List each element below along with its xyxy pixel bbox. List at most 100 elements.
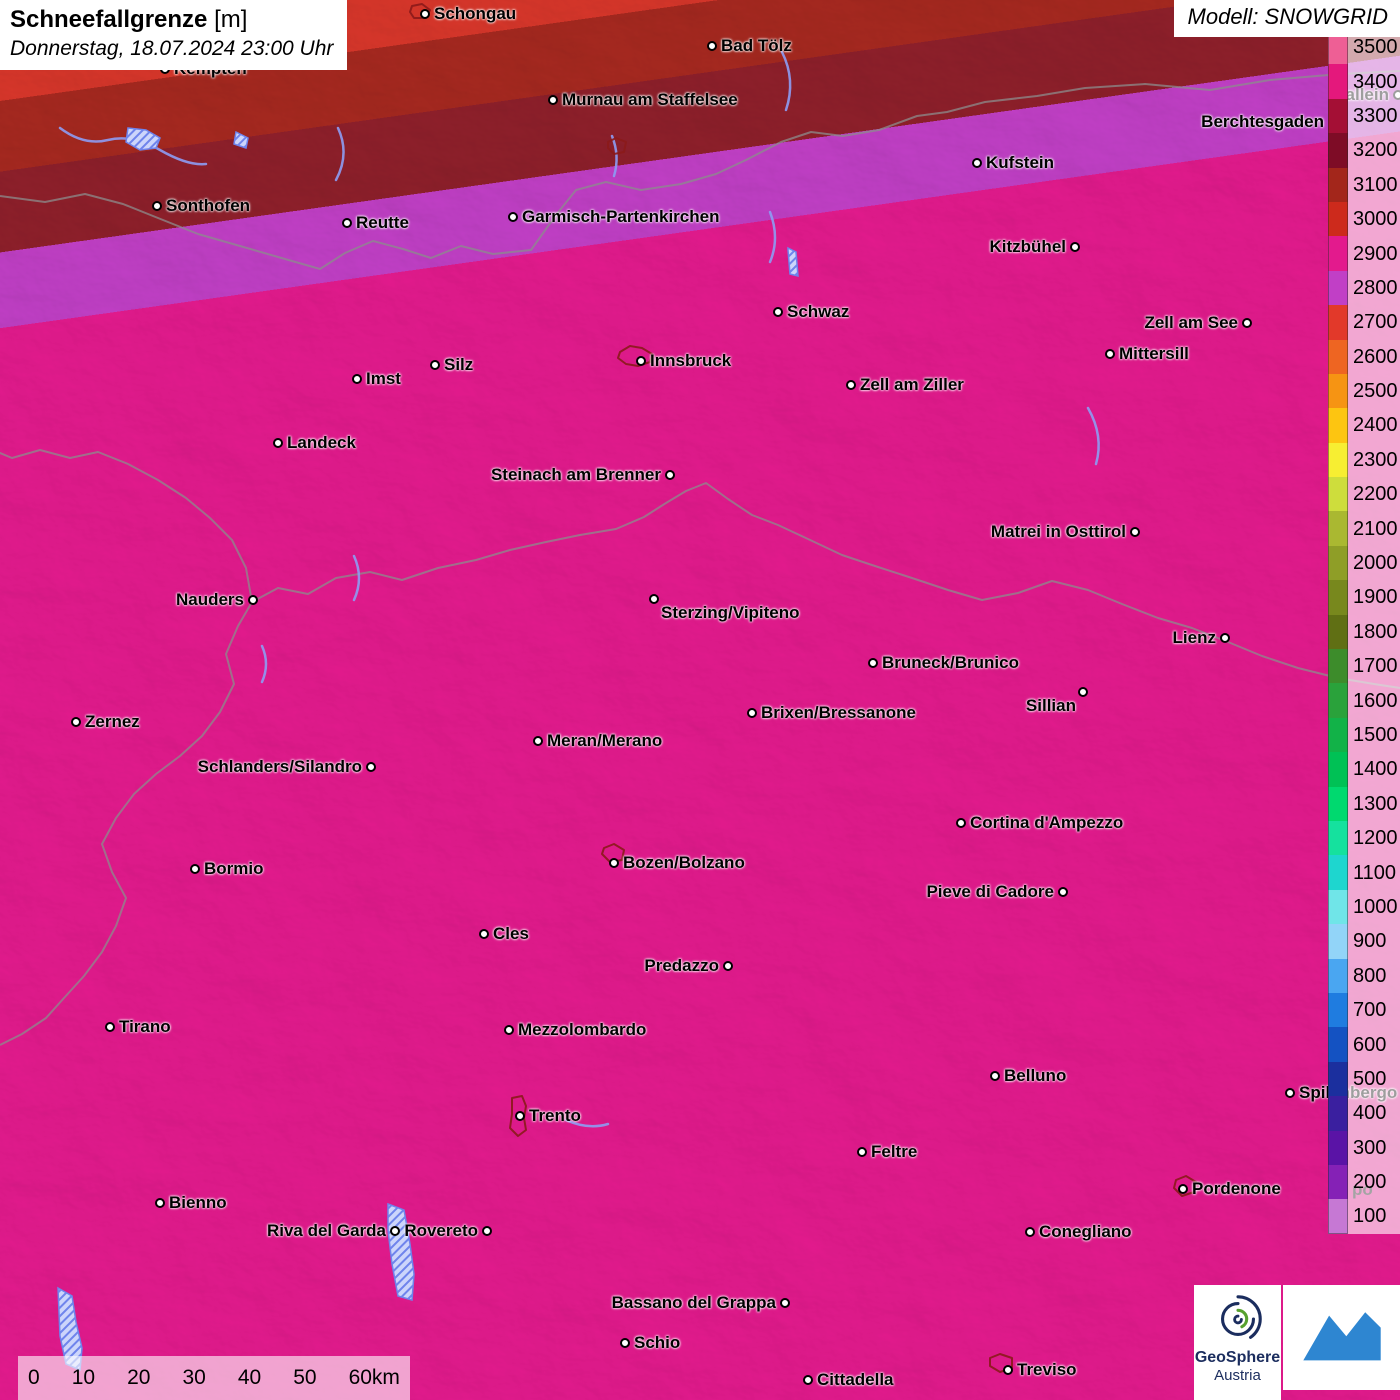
city-label: Sterzing/Vipiteno — [661, 603, 800, 623]
legend-entry: 1900 — [1328, 580, 1400, 614]
city-dot — [620, 1338, 630, 1348]
city-label: Matrei in Osttirol — [991, 522, 1126, 542]
legend-value-label: 3100 — [1348, 175, 1398, 195]
city-label: Riva del Garda — [267, 1221, 386, 1241]
title-unit: [m] — [214, 6, 247, 33]
legend-value-label: 2300 — [1348, 450, 1398, 470]
legend-value-label: 3300 — [1348, 106, 1398, 126]
legend-color-swatch — [1328, 168, 1348, 202]
legend-entry: 2400 — [1328, 408, 1400, 442]
legend-entries: 3500340033003200310030002900280027002600… — [1328, 30, 1400, 1234]
legend-entry: 2800 — [1328, 271, 1400, 305]
legend-color-swatch — [1328, 477, 1348, 511]
legend-color-swatch — [1328, 993, 1348, 1027]
legend-color-swatch — [1328, 408, 1348, 442]
city-dot — [1025, 1227, 1035, 1237]
model-label: Modell: SNOWGRID — [1174, 0, 1400, 37]
legend-entry: 2600 — [1328, 340, 1400, 374]
city-dot — [152, 201, 162, 211]
city-dot — [773, 307, 783, 317]
legend-value-label: 2800 — [1348, 278, 1398, 298]
legend-color-swatch — [1328, 133, 1348, 167]
title-datetime: Donnerstag, 18.07.2024 23:00 Uhr — [10, 37, 333, 61]
city-label: Imst — [366, 369, 401, 389]
legend-color-swatch — [1328, 1165, 1348, 1199]
legend-entry: 1400 — [1328, 752, 1400, 786]
city-label: Bormio — [204, 859, 264, 879]
legend-entry: 600 — [1328, 1027, 1400, 1061]
geosphere-swirl-icon — [1209, 1290, 1267, 1348]
city-dot — [248, 595, 258, 605]
city-dot — [972, 158, 982, 168]
city-label: Schwaz — [787, 302, 849, 322]
city-dot — [723, 961, 733, 971]
legend-color-swatch — [1328, 752, 1348, 786]
legend-value-label: 2200 — [1348, 484, 1398, 504]
title-line: Schneefallgrenze [m] — [10, 6, 333, 34]
legend-color-swatch — [1328, 683, 1348, 717]
city-label: Bad Tölz — [721, 36, 792, 56]
legend-value-label: 100 — [1348, 1206, 1386, 1226]
city-dot — [665, 470, 675, 480]
legend-entry: 1300 — [1328, 787, 1400, 821]
city-label: Kitzbühel — [990, 237, 1067, 257]
legend-color-swatch — [1328, 1062, 1348, 1096]
legend-entry: 300 — [1328, 1131, 1400, 1165]
city-label: Zell am Ziller — [860, 375, 964, 395]
scalebar-tick-label: 10 — [72, 1366, 95, 1390]
geosphere-logo-subtext: Austria — [1214, 1367, 1261, 1384]
city-dot — [504, 1025, 514, 1035]
legend-value-label: 2000 — [1348, 553, 1398, 573]
partner-logo-box — [1283, 1285, 1400, 1390]
city-label: Pordenone — [1192, 1179, 1281, 1199]
city-label: Cittadella — [817, 1370, 894, 1390]
city-layer: SchongauBad TölzKemptenMurnau am Staffel… — [0, 0, 1400, 1400]
city-label: Schlanders/Silandro — [198, 757, 362, 777]
scalebar-tick-label: 40 — [238, 1366, 261, 1390]
geosphere-logo-text: GeoSphere — [1195, 1349, 1280, 1367]
city-label: Steinach am Brenner — [491, 465, 661, 485]
legend-color-swatch — [1328, 64, 1348, 98]
legend-color-swatch — [1328, 649, 1348, 683]
city-label: Reutte — [356, 213, 409, 233]
city-dot — [636, 356, 646, 366]
legend-color-swatch — [1328, 1131, 1348, 1165]
legend-color-swatch — [1328, 340, 1348, 374]
city-label: Landeck — [287, 433, 356, 453]
legend-color-swatch — [1328, 580, 1348, 614]
legend-entry: 1700 — [1328, 649, 1400, 683]
legend-entry: 3200 — [1328, 133, 1400, 167]
legend-value-label: 700 — [1348, 1000, 1386, 1020]
title-box: Schneefallgrenze [m] Donnerstag, 18.07.2… — [0, 0, 347, 70]
city-label: Berchtesgaden — [1201, 112, 1324, 132]
legend-color-swatch — [1328, 271, 1348, 305]
legend-value-label: 1400 — [1348, 759, 1398, 779]
scalebar: 0102030405060km — [18, 1356, 410, 1400]
scalebar-tick-label: 0 — [28, 1366, 40, 1390]
city-label: Zell am See — [1144, 313, 1238, 333]
legend-value-label: 1700 — [1348, 656, 1398, 676]
city-dot — [352, 374, 362, 384]
city-dot — [1078, 687, 1088, 697]
city-label: Garmisch-Partenkirchen — [522, 207, 719, 227]
legend-color-swatch — [1328, 924, 1348, 958]
legend-value-label: 3500 — [1348, 37, 1398, 57]
legend-entry: 2900 — [1328, 236, 1400, 270]
legend-color-swatch — [1328, 890, 1348, 924]
city-dot — [508, 212, 518, 222]
city-dot — [803, 1375, 813, 1385]
city-dot — [482, 1226, 492, 1236]
legend-color-swatch — [1328, 821, 1348, 855]
city-label: Schongau — [434, 4, 516, 24]
legend-value-label: 1900 — [1348, 587, 1398, 607]
legend-entry: 2700 — [1328, 305, 1400, 339]
scalebar-tick-label: 60km — [349, 1366, 400, 1390]
city-dot — [342, 218, 352, 228]
legend-entry: 1200 — [1328, 821, 1400, 855]
city-label: Schio — [634, 1333, 680, 1353]
legend-entry: 1800 — [1328, 615, 1400, 649]
legend-value-label: 1800 — [1348, 622, 1398, 642]
city-dot — [868, 658, 878, 668]
city-label: Rovereto — [404, 1221, 478, 1241]
city-label: Mittersill — [1119, 344, 1189, 364]
